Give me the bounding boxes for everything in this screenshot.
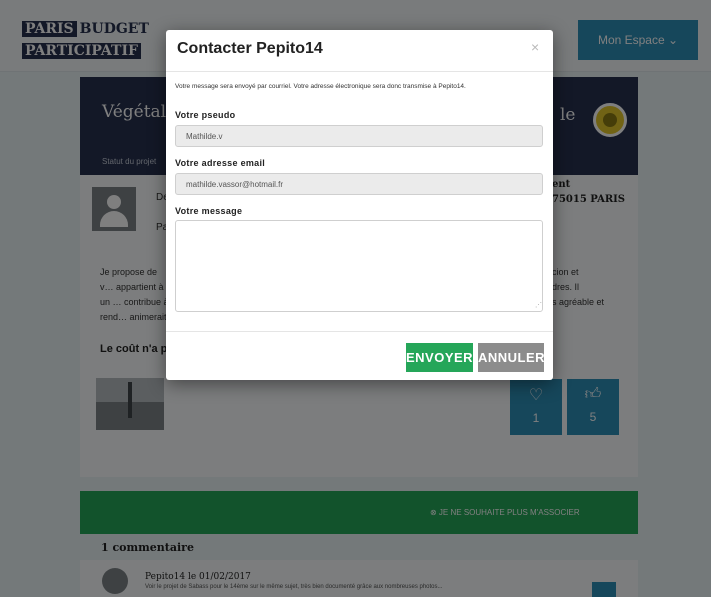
send-button[interactable]: ENVOYER [406, 343, 473, 372]
modal-footer-divider [166, 331, 553, 332]
message-textarea[interactable] [175, 220, 543, 312]
contact-user-modal: Contacter Pepito14 × Votre message sera … [166, 30, 553, 380]
modal-header: Contacter Pepito14 × [166, 30, 553, 72]
cancel-button[interactable]: ANNULER [478, 343, 545, 372]
privacy-notice: Votre message sera envoyé par courriel. … [175, 83, 466, 90]
email-field[interactable] [175, 173, 543, 195]
email-label: Votre adresse email [175, 158, 266, 168]
pseudo-label: Votre pseudo [175, 110, 236, 120]
resize-grip-icon[interactable]: ⋰ [535, 302, 542, 309]
close-icon[interactable]: × [531, 39, 539, 55]
modal-title: Contacter Pepito14 [177, 40, 323, 57]
message-label: Votre message [175, 206, 243, 216]
pseudo-field[interactable] [175, 125, 543, 147]
